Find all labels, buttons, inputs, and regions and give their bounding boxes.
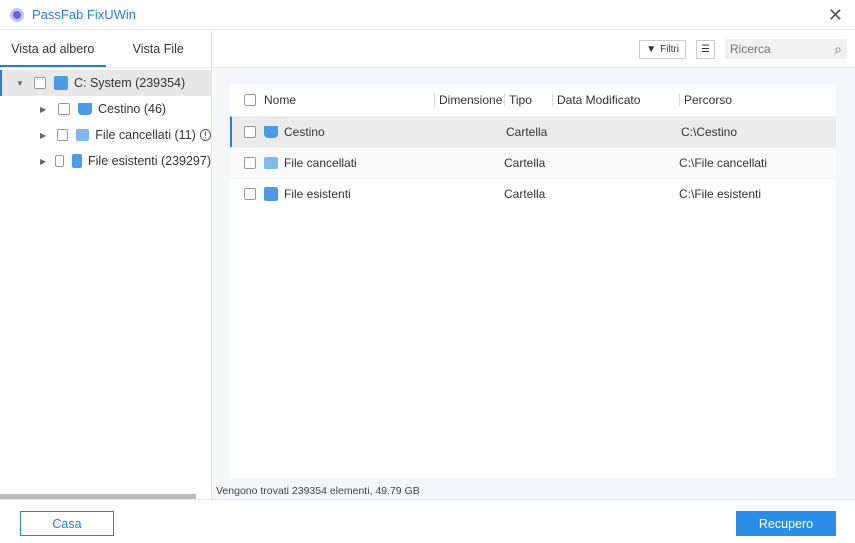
checkbox[interactable] <box>244 188 256 200</box>
expand-arrow-icon[interactable]: ▶ <box>40 131 49 140</box>
cell-name: File cancellati <box>284 156 357 170</box>
tree-item-cestino[interactable]: ▶ Cestino (46) <box>0 96 211 122</box>
table-row[interactable]: File cancellati Cartella C:\File cancell… <box>230 147 836 178</box>
search-icon[interactable]: ⌕ <box>834 41 842 58</box>
column-name[interactable]: Nome <box>264 93 296 107</box>
footer: Casa Recupero <box>0 499 855 543</box>
column-size[interactable]: Dimensione <box>434 93 504 107</box>
table-row[interactable]: Cestino Cartella C:\Cestino <box>230 116 836 147</box>
cell-path: C:\File cancellati <box>679 156 768 170</box>
tree-item-file-esistenti[interactable]: ▶ File esistenti (239297) <box>0 148 211 174</box>
cell-name: File esistenti <box>284 187 351 201</box>
checkbox[interactable] <box>57 129 69 141</box>
folder-sync-icon <box>72 154 83 168</box>
tree-label: Cestino (46) <box>98 102 167 116</box>
cell-name: Cestino <box>284 125 325 139</box>
app-logo-icon <box>10 7 24 22</box>
tree-label: File esistenti (239297) <box>88 154 211 168</box>
title-bar: PassFab FixUWin ✕ <box>0 0 855 30</box>
column-type[interactable]: Tipo <box>504 93 552 107</box>
cell-path: C:\File esistenti <box>679 187 762 201</box>
checkbox[interactable] <box>58 103 70 115</box>
cell-type: Cartella <box>504 187 546 201</box>
filter-label: Filtri <box>660 43 679 55</box>
list-view-button[interactable]: ☰ <box>696 39 715 59</box>
checkbox[interactable] <box>34 77 46 89</box>
expand-arrow-icon[interactable]: ▶ <box>40 157 47 166</box>
recycle-bin-icon <box>264 126 278 138</box>
filter-button[interactable]: ▼ Filtri <box>639 39 686 59</box>
tree-item-system[interactable]: ▼ C: System (239354) <box>0 70 211 96</box>
app-title: PassFab FixUWin <box>32 7 137 22</box>
file-table: Nome Dimensione Tipo Data Modificato Per… <box>230 84 836 478</box>
checkbox[interactable] <box>244 126 256 138</box>
checkbox[interactable] <box>55 155 65 167</box>
recycle-bin-icon <box>78 103 92 115</box>
tab-tree-view[interactable]: Vista ad albero <box>0 31 106 67</box>
drive-icon <box>54 76 68 90</box>
tree-item-file-cancellati[interactable]: ▶ File cancellati (11) ! <box>0 122 211 148</box>
folder-icon <box>264 157 278 169</box>
cell-type: Cartella <box>504 156 546 170</box>
cell-path: C:\Cestino <box>681 125 738 139</box>
table-row[interactable]: File esistenti Cartella C:\File esistent… <box>230 178 836 209</box>
search-input[interactable] <box>730 42 820 56</box>
folder-icon <box>76 129 90 141</box>
expand-arrow-icon[interactable]: ▶ <box>40 105 50 114</box>
search-box: ⌕ <box>725 39 847 59</box>
status-text: Vengono trovati 239354 elementi, 49.79 G… <box>216 485 420 497</box>
select-all-checkbox[interactable] <box>244 94 256 106</box>
column-date[interactable]: Data Modificato <box>552 93 679 107</box>
close-icon[interactable]: ✕ <box>828 5 843 26</box>
recover-button[interactable]: Recupero <box>736 511 836 536</box>
tab-file-view[interactable]: Vista File <box>106 31 212 67</box>
tree-label: File cancellati (11) <box>95 128 196 142</box>
home-button[interactable]: Casa <box>20 511 114 536</box>
file-panel: ▼Filtri ☰ ⌕ Nome Dimensione Tipo Data Mo… <box>213 31 855 499</box>
collapse-arrow-icon[interactable]: ▼ <box>16 79 26 88</box>
folder-sync-icon <box>264 187 278 201</box>
cell-type: Cartella <box>506 125 548 139</box>
table-header: Nome Dimensione Tipo Data Modificato Per… <box>230 84 836 116</box>
filter-icon: ▼ <box>646 43 657 55</box>
tree-label: C: System (239354) <box>74 76 186 90</box>
column-path[interactable]: Percorso <box>679 93 836 107</box>
info-icon[interactable]: ! <box>199 129 211 141</box>
checkbox[interactable] <box>244 157 256 169</box>
tree-panel: Vista ad albero Vista File ▼ C: System (… <box>0 31 212 499</box>
